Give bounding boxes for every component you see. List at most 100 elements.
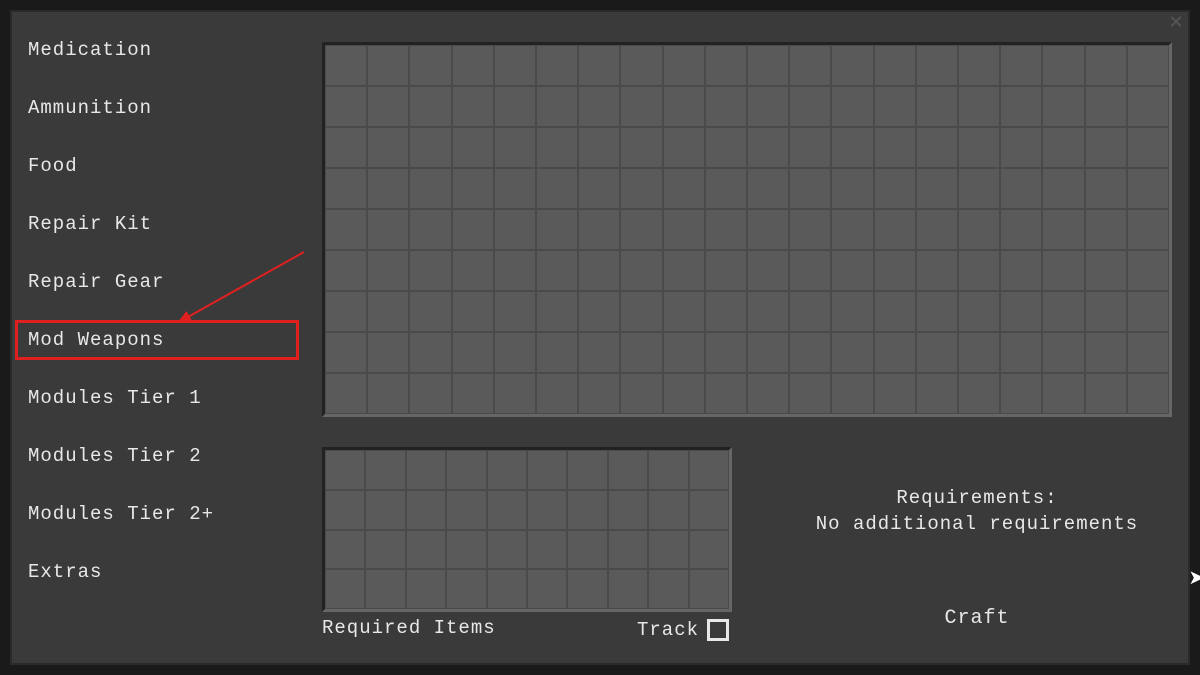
grid-cell[interactable] xyxy=(367,168,409,209)
grid-cell[interactable] xyxy=(367,86,409,127)
grid-cell[interactable] xyxy=(958,332,1000,373)
grid-cell[interactable] xyxy=(663,45,705,86)
grid-cell[interactable] xyxy=(578,86,620,127)
grid-cell[interactable] xyxy=(874,291,916,332)
grid-cell[interactable] xyxy=(789,332,831,373)
grid-cell[interactable] xyxy=(663,168,705,209)
grid-cell[interactable] xyxy=(567,450,607,490)
grid-cell[interactable] xyxy=(958,250,1000,291)
grid-cell[interactable] xyxy=(705,373,747,414)
grid-cell[interactable] xyxy=(1127,127,1169,168)
grid-cell[interactable] xyxy=(1000,250,1042,291)
track-checkbox[interactable] xyxy=(707,619,729,641)
sidebar-item-repair-kit[interactable]: Repair Kit xyxy=(22,211,292,237)
grid-cell[interactable] xyxy=(620,332,662,373)
grid-cell[interactable] xyxy=(831,86,873,127)
grid-cell[interactable] xyxy=(663,127,705,168)
grid-cell[interactable] xyxy=(1085,86,1127,127)
grid-cell[interactable] xyxy=(747,45,789,86)
grid-cell[interactable] xyxy=(452,168,494,209)
grid-cell[interactable] xyxy=(367,45,409,86)
grid-cell[interactable] xyxy=(494,332,536,373)
grid-cell[interactable] xyxy=(1042,291,1084,332)
grid-cell[interactable] xyxy=(325,332,367,373)
grid-cell[interactable] xyxy=(648,569,688,609)
grid-cell[interactable] xyxy=(452,86,494,127)
grid-cell[interactable] xyxy=(1085,127,1127,168)
grid-cell[interactable] xyxy=(1000,209,1042,250)
grid-cell[interactable] xyxy=(874,332,916,373)
grid-cell[interactable] xyxy=(365,530,405,570)
grid-cell[interactable] xyxy=(325,127,367,168)
grid-cell[interactable] xyxy=(648,490,688,530)
grid-cell[interactable] xyxy=(789,86,831,127)
grid-cell[interactable] xyxy=(831,45,873,86)
grid-cell[interactable] xyxy=(1042,332,1084,373)
grid-cell[interactable] xyxy=(620,373,662,414)
grid-cell[interactable] xyxy=(1000,45,1042,86)
grid-cell[interactable] xyxy=(705,209,747,250)
grid-cell[interactable] xyxy=(663,291,705,332)
grid-cell[interactable] xyxy=(494,209,536,250)
recipe-grid[interactable] xyxy=(322,42,1172,417)
grid-cell[interactable] xyxy=(789,373,831,414)
grid-cell[interactable] xyxy=(874,209,916,250)
grid-cell[interactable] xyxy=(409,332,451,373)
grid-cell[interactable] xyxy=(958,86,1000,127)
grid-cell[interactable] xyxy=(536,250,578,291)
grid-cell[interactable] xyxy=(916,127,958,168)
sidebar-item-medication[interactable]: Medication xyxy=(22,37,292,63)
grid-cell[interactable] xyxy=(325,250,367,291)
grid-cell[interactable] xyxy=(1000,127,1042,168)
grid-cell[interactable] xyxy=(494,291,536,332)
grid-cell[interactable] xyxy=(916,291,958,332)
grid-cell[interactable] xyxy=(325,86,367,127)
grid-cell[interactable] xyxy=(409,127,451,168)
grid-cell[interactable] xyxy=(747,168,789,209)
grid-cell[interactable] xyxy=(1127,332,1169,373)
grid-cell[interactable] xyxy=(916,332,958,373)
grid-cell[interactable] xyxy=(608,530,648,570)
grid-cell[interactable] xyxy=(409,168,451,209)
grid-cell[interactable] xyxy=(747,291,789,332)
grid-cell[interactable] xyxy=(1042,209,1084,250)
grid-cell[interactable] xyxy=(608,569,648,609)
grid-cell[interactable] xyxy=(536,373,578,414)
grid-cell[interactable] xyxy=(789,250,831,291)
grid-cell[interactable] xyxy=(958,168,1000,209)
grid-cell[interactable] xyxy=(1127,291,1169,332)
grid-cell[interactable] xyxy=(1042,168,1084,209)
grid-cell[interactable] xyxy=(958,291,1000,332)
grid-cell[interactable] xyxy=(578,250,620,291)
grid-cell[interactable] xyxy=(446,450,486,490)
grid-cell[interactable] xyxy=(648,530,688,570)
grid-cell[interactable] xyxy=(1127,45,1169,86)
grid-cell[interactable] xyxy=(663,250,705,291)
grid-cell[interactable] xyxy=(831,250,873,291)
grid-cell[interactable] xyxy=(406,569,446,609)
grid-cell[interactable] xyxy=(527,450,567,490)
grid-cell[interactable] xyxy=(452,332,494,373)
grid-cell[interactable] xyxy=(367,332,409,373)
grid-cell[interactable] xyxy=(446,569,486,609)
grid-cell[interactable] xyxy=(916,168,958,209)
grid-cell[interactable] xyxy=(705,332,747,373)
grid-cell[interactable] xyxy=(367,291,409,332)
grid-cell[interactable] xyxy=(1085,373,1127,414)
grid-cell[interactable] xyxy=(789,168,831,209)
grid-cell[interactable] xyxy=(536,127,578,168)
grid-cell[interactable] xyxy=(747,86,789,127)
grid-cell[interactable] xyxy=(1085,250,1127,291)
grid-cell[interactable] xyxy=(1042,45,1084,86)
grid-cell[interactable] xyxy=(452,291,494,332)
grid-cell[interactable] xyxy=(663,209,705,250)
grid-cell[interactable] xyxy=(747,209,789,250)
grid-cell[interactable] xyxy=(874,168,916,209)
grid-cell[interactable] xyxy=(409,209,451,250)
grid-cell[interactable] xyxy=(494,250,536,291)
grid-cell[interactable] xyxy=(536,291,578,332)
grid-cell[interactable] xyxy=(1085,168,1127,209)
close-icon[interactable]: ✕ xyxy=(1166,14,1186,34)
grid-cell[interactable] xyxy=(958,127,1000,168)
grid-cell[interactable] xyxy=(367,250,409,291)
